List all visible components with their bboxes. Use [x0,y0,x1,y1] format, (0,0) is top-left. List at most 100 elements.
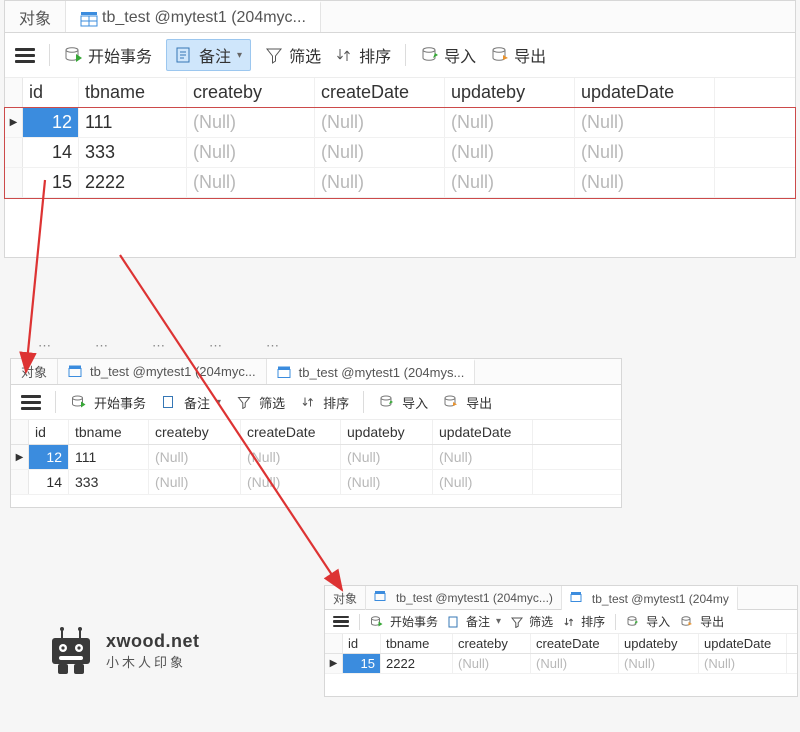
tab-table-2[interactable]: tb_test @mytest1 (204mys... [267,359,476,384]
cell-updatedate[interactable]: (Null) [433,470,533,494]
col-header-id[interactable]: id [23,78,79,107]
cell-createby[interactable]: (Null) [187,108,315,137]
col-header-createby[interactable]: createby [149,420,241,444]
cell-id[interactable]: 14 [23,138,79,167]
col-header-updateby[interactable]: updateby [619,634,699,653]
cell-createby[interactable]: (Null) [149,470,241,494]
cell-id[interactable]: 15 [343,654,381,673]
col-header-updatedate[interactable]: updateDate [699,634,787,653]
menu-icon[interactable] [21,392,41,413]
col-header-id[interactable]: id [29,420,69,444]
table-row[interactable]: 14333(Null)(Null)(Null)(Null) [5,138,795,168]
import-button[interactable]: 导入 [626,613,670,630]
cell-tbname[interactable]: 111 [79,108,187,137]
cell-updateby[interactable]: (Null) [341,470,433,494]
cell-updatedate[interactable]: (Null) [575,138,715,167]
cell-updatedate[interactable]: (Null) [575,108,715,137]
cell-tbname[interactable]: 2222 [381,654,453,673]
cell-tbname[interactable]: 111 [69,445,149,469]
sort-button[interactable]: 排序 [563,613,605,630]
col-header-updateby[interactable]: updateby [341,420,433,444]
tab-objects[interactable]: 对象 [11,359,58,384]
memo-button[interactable]: 备注 ▾ [166,39,251,71]
col-header-updatedate[interactable]: updateDate [433,420,533,444]
col-header-id[interactable]: id [343,634,381,653]
filter-button[interactable]: 筛选 [235,393,285,412]
cell-id[interactable]: 14 [29,470,69,494]
cell-createdate[interactable]: (Null) [315,138,445,167]
memo-button[interactable]: 备注▾ [448,613,501,630]
table-row[interactable]: 14333(Null)(Null)(Null)(Null) [11,470,621,495]
col-header-updatedate[interactable]: updateDate [575,78,715,107]
menu-icon[interactable] [333,613,349,630]
cell-createby[interactable]: (Null) [453,654,531,673]
begin-transaction-button[interactable]: 开始事务 [64,43,152,67]
cell-updatedate[interactable]: (Null) [433,445,533,469]
sort-button[interactable]: 排序 [335,43,391,67]
toolbar: 开始事务 备注▾ 筛选 排序 导入 导出 [11,385,621,420]
cell-updateby[interactable]: (Null) [445,168,575,197]
tab-table[interactable]: tb_test @mytest1 (204myc... [66,1,321,32]
table-row[interactable]: 12111(Null)(Null)(Null)(Null) [5,108,795,138]
col-header-updateby[interactable]: updateby [445,78,575,107]
tab-objects[interactable]: 对象 [325,586,366,610]
import-button[interactable]: 导入 [420,43,476,67]
tab-bar: 对象 tb_test @mytest1 (204myc...) tb_test … [325,586,797,610]
cell-createdate[interactable]: (Null) [241,470,341,494]
filter-button[interactable]: 筛选 [265,43,321,67]
begin-transaction-button[interactable]: 开始事务 [370,613,438,630]
cell-updateby[interactable]: (Null) [445,138,575,167]
cell-tbname[interactable]: 333 [79,138,187,167]
cell-createdate[interactable]: (Null) [531,654,619,673]
export-button[interactable]: 导出 [442,393,492,412]
cell-updatedate[interactable]: (Null) [575,168,715,197]
cell-createby[interactable]: (Null) [149,445,241,469]
import-icon [626,615,640,629]
table-row[interactable]: 152222(Null)(Null)(Null)(Null) [325,654,797,674]
menu-icon[interactable] [15,45,35,66]
tab-table-2[interactable]: tb_test @mytest1 (204my [562,586,738,610]
cell-tbname[interactable]: 2222 [79,168,187,197]
table-row[interactable]: 152222(Null)(Null)(Null)(Null) [5,168,795,198]
col-header-tbname[interactable]: tbname [381,634,453,653]
cell-id[interactable]: 12 [23,108,79,137]
cell-updateby[interactable]: (Null) [445,108,575,137]
export-button[interactable]: 导出 [490,43,546,67]
cell-updateby[interactable]: (Null) [341,445,433,469]
tab-table-2-label: tb_test @mytest1 (204my [592,592,729,606]
col-header-tbname[interactable]: tbname [79,78,187,107]
tab-table-1[interactable]: tb_test @mytest1 (204myc... [58,359,267,384]
filter-label: 筛选 [259,393,285,412]
cell-updateby[interactable]: (Null) [619,654,699,673]
sort-button[interactable]: 排序 [299,393,349,412]
cell-createdate[interactable]: (Null) [315,168,445,197]
cell-tbname[interactable]: 333 [69,470,149,494]
cell-createdate[interactable]: (Null) [315,108,445,137]
table-icon [68,364,84,380]
tab-objects-label: 对象 [19,5,51,29]
cell-id[interactable]: 15 [23,168,79,197]
col-header-createdate[interactable]: createDate [241,420,341,444]
filter-label: 筛选 [529,613,553,630]
col-header-createby[interactable]: createby [453,634,531,653]
export-button[interactable]: 导出 [680,613,724,630]
cell-createby[interactable]: (Null) [187,138,315,167]
col-header-createby[interactable]: createby [187,78,315,107]
memo-button[interactable]: 备注▾ [160,393,221,412]
tab-objects[interactable]: 对象 [5,1,66,32]
begin-transaction-label: 开始事务 [390,613,438,630]
toolbar: 开始事务 备注 ▾ 筛选 排序 导入 [5,33,795,78]
col-header-tbname[interactable]: tbname [69,420,149,444]
import-button[interactable]: 导入 [378,393,428,412]
col-header-createdate[interactable]: createDate [315,78,445,107]
col-header-createdate[interactable]: createDate [531,634,619,653]
begin-transaction-button[interactable]: 开始事务 [70,393,146,412]
cell-updatedate[interactable]: (Null) [699,654,787,673]
tab-table-1[interactable]: tb_test @mytest1 (204myc...) [366,586,562,610]
memo-icon [448,616,460,628]
filter-button[interactable]: 筛选 [511,613,553,630]
table-row[interactable]: 12111(Null)(Null)(Null)(Null) [11,445,621,470]
cell-id[interactable]: 12 [29,445,69,469]
cell-createby[interactable]: (Null) [187,168,315,197]
cell-createdate[interactable]: (Null) [241,445,341,469]
